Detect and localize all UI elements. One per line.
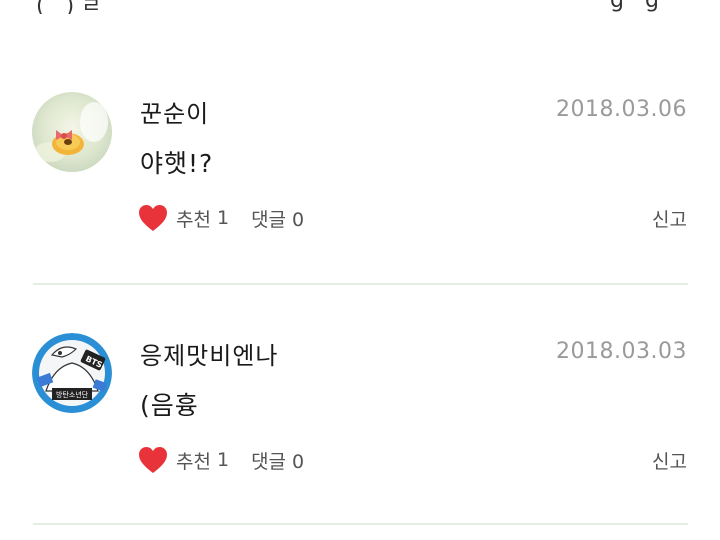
- reply-count: 0: [292, 450, 305, 473]
- avatar-image-2: BTS 방탄소년단: [32, 333, 112, 413]
- comment-author[interactable]: 응제맛비엔나: [140, 336, 278, 371]
- comment-divider: [33, 523, 688, 525]
- report-button[interactable]: 신고: [652, 447, 687, 474]
- comment-divider: [33, 283, 688, 285]
- avatar-banner-text: 방탄소년단: [56, 390, 89, 399]
- reply-button[interactable]: 댓글 0: [251, 447, 304, 474]
- user-avatar[interactable]: BTS 방탄소년단: [32, 333, 112, 413]
- heart-icon: [139, 447, 167, 473]
- reply-label: 댓글: [251, 450, 287, 473]
- comment-item: BTS 방탄소년단 응제맛비엔나 2018.03.03 (음흉 추천 1 댓글 0…: [0, 0, 720, 473]
- like-button[interactable]: 추천 1: [138, 446, 251, 474]
- like-label: 추천: [176, 450, 211, 473]
- like-count: 1: [216, 449, 230, 471]
- comment-date: 2018.03.03: [556, 339, 687, 364]
- comment-actions: 추천 1 댓글 0: [138, 443, 304, 477]
- comment-text: (음흉: [140, 391, 199, 420]
